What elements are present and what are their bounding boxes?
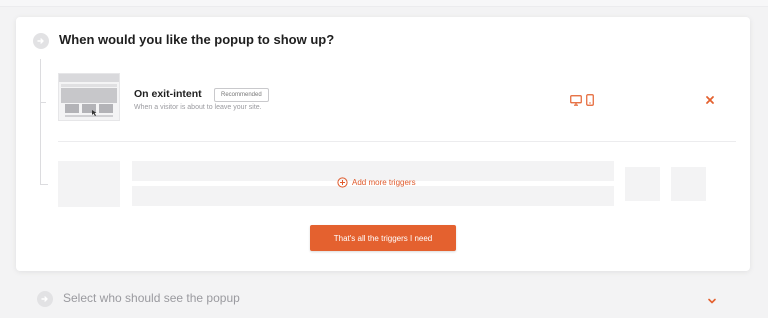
step-arrow-icon: [33, 33, 49, 49]
timeline-line: [40, 59, 41, 185]
placeholder-line: [132, 186, 614, 206]
step-title: When would you like the popup to show up…: [59, 32, 335, 47]
exit-intent-thumbnail: [58, 73, 120, 121]
add-more-triggers-label: Add more triggers: [352, 178, 416, 187]
mobile-icon: [586, 93, 594, 111]
recommended-badge: Recommended: [214, 88, 269, 102]
expand-step-button[interactable]: [707, 293, 717, 304]
remove-trigger-button[interactable]: [704, 93, 716, 105]
plus-circle-icon: [337, 177, 348, 188]
top-divider: [0, 0, 768, 7]
timeline-branch: [40, 102, 46, 103]
done-triggers-button[interactable]: That's all the triggers I need: [310, 225, 456, 251]
trigger-name: On exit-intent: [134, 88, 202, 100]
done-triggers-label: That's all the triggers I need: [333, 233, 433, 243]
placeholder-block: [671, 167, 706, 201]
chevron-down-icon: [708, 298, 716, 304]
triggers-card: When would you like the popup to show up…: [16, 17, 750, 271]
placeholder-block: [625, 167, 660, 201]
trigger-separator: [58, 141, 736, 142]
step-title[interactable]: Select who should see the popup: [63, 291, 240, 305]
placeholder-thumbnail: [58, 161, 120, 207]
trigger-description: When a visitor is about to leave your si…: [134, 104, 262, 111]
step-arrow-icon: [37, 291, 53, 307]
desktop-icon: [570, 93, 582, 111]
add-more-triggers-button[interactable]: Add more triggers: [337, 177, 416, 188]
timeline-branch: [40, 184, 48, 185]
close-icon: [706, 96, 714, 104]
